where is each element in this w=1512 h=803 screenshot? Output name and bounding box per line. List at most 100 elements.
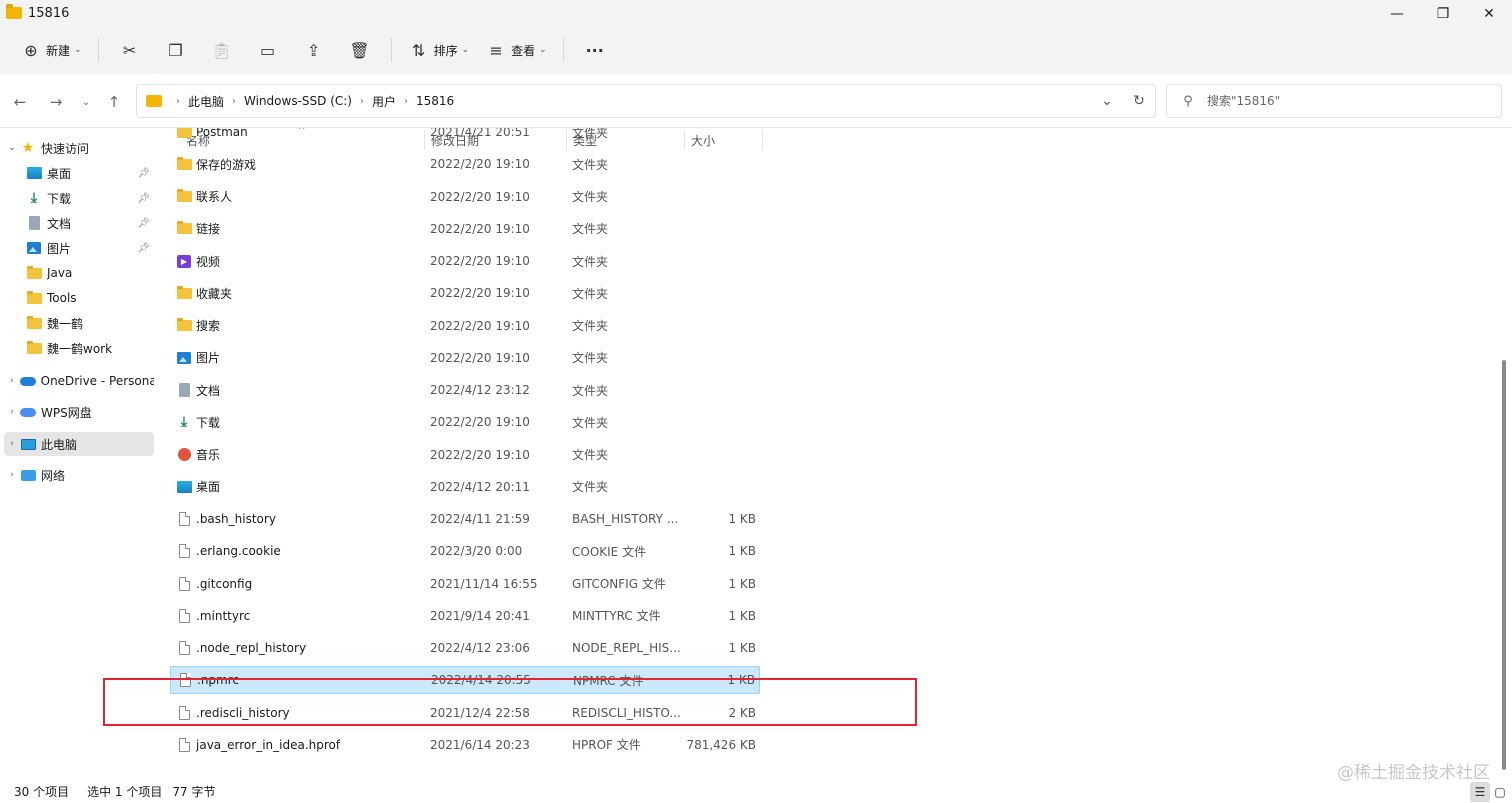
refresh-button[interactable]: ↻	[1123, 85, 1155, 117]
file-row[interactable]: 桌面 2022/4/12 20:11 文件夹	[170, 473, 760, 501]
search-input[interactable]	[1207, 94, 1487, 108]
sidebar-item-java[interactable]: Java	[26, 261, 154, 285]
rename-button[interactable]: ▭	[245, 34, 291, 66]
forward-button[interactable]: →	[44, 92, 68, 112]
watermark: @稀土掘金技术社区	[1337, 763, 1490, 783]
column-divider[interactable]	[762, 130, 763, 150]
file-row[interactable]: 音乐 2022/2/20 19:10 文件夹	[170, 441, 760, 469]
sidebar-item-documents[interactable]: 文档 📌︎	[26, 211, 154, 235]
breadcrumb-item-users[interactable]: 用户	[372, 93, 396, 110]
file-row[interactable]: Postman 2021/4/21 20:51 文件夹	[170, 128, 760, 146]
file-date: 2021/11/14 16:55	[430, 576, 538, 591]
chevron-down-icon[interactable]: ⌄	[4, 143, 20, 153]
selected-size: 77 字节	[172, 785, 216, 799]
large-icons-view-icon: ▢	[1494, 785, 1506, 799]
address-history-button[interactable]: ⌄	[1091, 85, 1123, 117]
file-row[interactable]: 链接 2022/2/20 19:10 文件夹	[170, 215, 760, 243]
cut-button[interactable]: ✂	[107, 34, 153, 66]
refresh-icon: ↻	[1133, 93, 1145, 109]
file-row[interactable]: ▶ 视频 2022/2/20 19:10 文件夹	[170, 247, 760, 275]
up-button[interactable]: ↑	[102, 92, 126, 112]
file-row[interactable]: 图片 2022/2/20 19:10 文件夹	[170, 344, 760, 372]
sidebar-item-weiyihe[interactable]: 魏一鹤	[26, 311, 154, 335]
recent-locations-button[interactable]: ⌄	[74, 92, 98, 112]
selected-count: 选中 1 个项目	[87, 785, 163, 799]
file-date: 2022/2/20 19:10	[430, 221, 530, 236]
sidebar-item-quick-access[interactable]: ⌄ ★ 快速访问	[4, 136, 154, 160]
sidebar-item-this-pc[interactable]: › 此电脑	[4, 432, 154, 456]
share-button[interactable]: ⇪	[291, 34, 337, 66]
file-row[interactable]: 文档 2022/4/12 23:12 文件夹	[170, 376, 760, 404]
file-name: 音乐	[196, 448, 221, 462]
sort-button[interactable]: ⇅ 排序 ⌄	[400, 34, 478, 66]
minimize-button[interactable]: —	[1374, 0, 1420, 28]
file-row[interactable]: 搜索 2022/2/20 19:10 文件夹	[170, 312, 760, 340]
large-icons-view-button[interactable]: ▢	[1490, 782, 1510, 802]
chevron-right-icon[interactable]: ›	[4, 407, 20, 417]
file-row[interactable]: 收藏夹 2022/2/20 19:10 文件夹	[170, 279, 760, 307]
file-row[interactable]: .gitconfig 2021/11/14 16:55 GITCONFIG 文件 1 …	[170, 570, 760, 598]
file-name: 下载	[196, 415, 221, 430]
paste-button[interactable]: 📋︎	[199, 34, 245, 66]
more-options-button[interactable]: ···	[572, 34, 618, 66]
view-button[interactable]: ≡ 查看 ⌄	[477, 34, 555, 66]
file-date: 2022/4/11 21:59	[430, 512, 530, 526]
vertical-scrollbar[interactable]	[1498, 128, 1512, 778]
file-date: 2022/2/20 19:10	[430, 189, 530, 204]
sidebar-item-wps[interactable]: › WPS网盘	[4, 400, 154, 424]
breadcrumb: › 此电脑 › Windows-SSD (C:) › 用户 › 15816	[168, 93, 454, 110]
file-type: COOKIE 文件	[572, 544, 647, 559]
address-bar[interactable]: › 此电脑 › Windows-SSD (C:) › 用户 › 15816 ⌄ …	[136, 84, 1156, 118]
file-size: 1 KB	[728, 641, 756, 655]
close-button[interactable]: ✕	[1466, 0, 1512, 28]
file-date: 2022/3/20 0:00	[430, 544, 523, 559]
file-row[interactable]: .minttyrc 2021/9/14 20:41 MINTTYRC 文件 1 KB	[170, 602, 760, 630]
file-type: 文件夹	[572, 222, 609, 237]
file-name: .node_repl_history	[196, 641, 307, 655]
copy-button[interactable]: ❐	[153, 34, 199, 66]
new-button[interactable]: ⊕ 新建 ⌄	[12, 34, 90, 66]
breadcrumb-item-user-folder[interactable]: 15816	[416, 94, 454, 108]
file-row[interactable]: ⤓ 下载 2022/2/20 19:10 文件夹	[170, 408, 760, 436]
chevron-right-icon[interactable]: ›	[4, 439, 20, 449]
sort-icon: ⇅	[411, 40, 426, 60]
file-date: 2022/2/20 19:10	[430, 286, 530, 301]
file-size: 1 KB	[728, 544, 756, 559]
music-icon	[177, 448, 191, 461]
sidebar-item-pictures[interactable]: 图片 📌︎	[26, 236, 154, 260]
file-type: 文件夹	[572, 319, 609, 333]
file-row[interactable]: 联系人 2022/2/20 19:10 文件夹	[170, 183, 760, 211]
delete-button[interactable]: 🗑︎	[337, 34, 383, 66]
sidebar-item-onedrive[interactable]: › OneDrive - Persona	[4, 369, 154, 393]
file-row[interactable]: .node_repl_history 2022/4/12 23:06 NODE_RE…	[170, 634, 760, 662]
file-size: 1 KB	[728, 512, 756, 526]
file-name: 联系人	[196, 190, 233, 204]
chevron-right-icon[interactable]: ›	[4, 470, 20, 480]
more-icon: ···	[585, 40, 604, 60]
sidebar-item-tools[interactable]: Tools	[26, 286, 154, 310]
back-button[interactable]: ←	[8, 92, 32, 112]
copy-icon: ❐	[168, 40, 183, 60]
file-row[interactable]: .erlang.cookie 2022/3/20 0:00 COOKIE 文件 1 K…	[170, 537, 760, 565]
file-row[interactable]: java_error_in_idea.hprof 2021/6/14 20:23 H…	[170, 731, 760, 759]
sidebar-item-weiyihe-work[interactable]: 魏一鹤work	[26, 336, 154, 360]
breadcrumb-item-drive[interactable]: Windows-SSD (C:)	[244, 94, 352, 108]
sidebar-item-desktop[interactable]: 桌面 📌︎	[26, 161, 154, 185]
chevron-right-icon: ›	[232, 95, 237, 107]
chevron-right-icon[interactable]: ›	[4, 376, 20, 386]
star-icon: ★	[21, 140, 35, 156]
sidebar-item-downloads[interactable]: ⤓ 下载 📌︎	[26, 186, 154, 210]
file-type: 文件夹	[572, 351, 609, 366]
file-type: NODE_REPL_HIS...	[572, 641, 681, 655]
details-view-button[interactable]: ☰	[1470, 782, 1490, 802]
file-name: 收藏夹	[196, 286, 233, 301]
file-type: BASH_HISTORY ...	[572, 512, 679, 526]
file-row[interactable]: 保存的游戏 2022/2/20 19:10 文件夹	[170, 150, 760, 178]
scrollbar-thumb[interactable]	[1502, 360, 1506, 770]
file-date: 2022/2/20 19:10	[430, 447, 530, 462]
file-row[interactable]: .bash_history 2022/4/11 21:59 BASH_HISTORY…	[170, 505, 760, 533]
breadcrumb-item-this-pc[interactable]: 此电脑	[188, 93, 224, 110]
sidebar-item-network[interactable]: › 网络	[4, 463, 154, 487]
maximize-button[interactable]: ❐	[1420, 0, 1466, 28]
folder-icon	[176, 156, 192, 170]
